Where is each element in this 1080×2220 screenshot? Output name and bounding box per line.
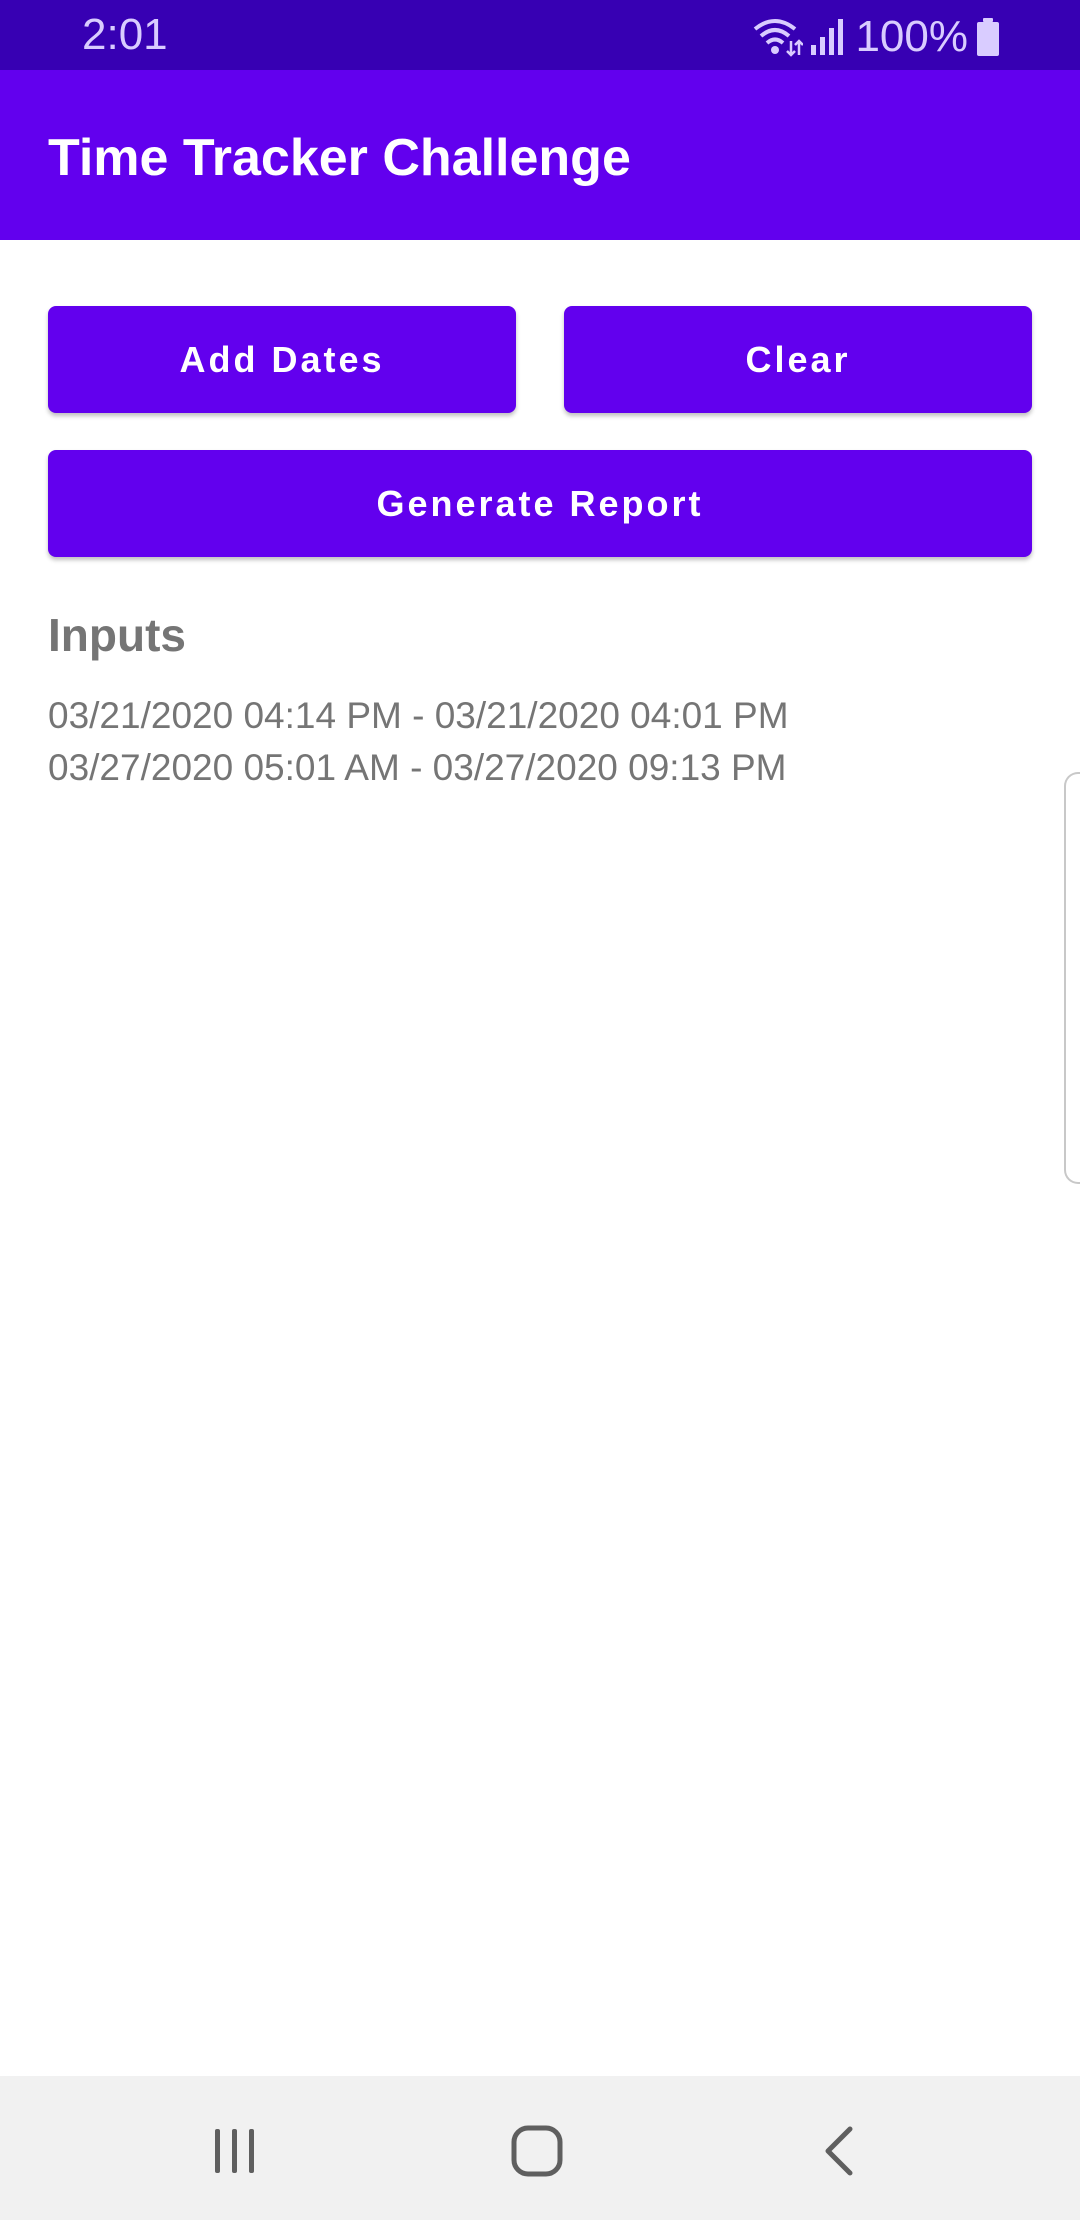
status-time: 2:01 bbox=[82, 10, 168, 59]
clear-button[interactable]: Clear bbox=[564, 306, 1032, 413]
battery-percent: 100% bbox=[855, 12, 968, 61]
recents-icon[interactable] bbox=[190, 2106, 280, 2196]
home-icon[interactable] bbox=[492, 2106, 582, 2196]
app-bar: Time Tracker Challenge bbox=[0, 70, 1080, 240]
inputs-list: 03/21/2020 04:14 PM - 03/21/2020 04:01 P… bbox=[48, 690, 789, 794]
list-item: 03/21/2020 04:14 PM - 03/21/2020 04:01 P… bbox=[48, 695, 789, 736]
add-dates-button[interactable]: Add Dates bbox=[48, 306, 516, 413]
generate-report-button[interactable]: Generate Report bbox=[48, 450, 1032, 557]
wifi-icon bbox=[751, 17, 804, 57]
status-icons: 100% bbox=[751, 12, 1000, 62]
navigation-bar bbox=[0, 2076, 1080, 2220]
screen: 2:01 100% Time Tracker Challenge Add Dat… bbox=[0, 0, 1080, 2220]
inputs-heading: Inputs bbox=[48, 609, 186, 661]
status-bar: 2:01 100% bbox=[0, 0, 1080, 70]
back-icon[interactable] bbox=[795, 2106, 885, 2196]
app-title: Time Tracker Challenge bbox=[48, 129, 631, 187]
signal-icon bbox=[809, 17, 845, 57]
battery-icon bbox=[976, 17, 1000, 57]
list-item: 03/27/2020 05:01 AM - 03/27/2020 09:13 P… bbox=[48, 747, 787, 788]
edge-panel-handle[interactable] bbox=[1064, 772, 1080, 1184]
